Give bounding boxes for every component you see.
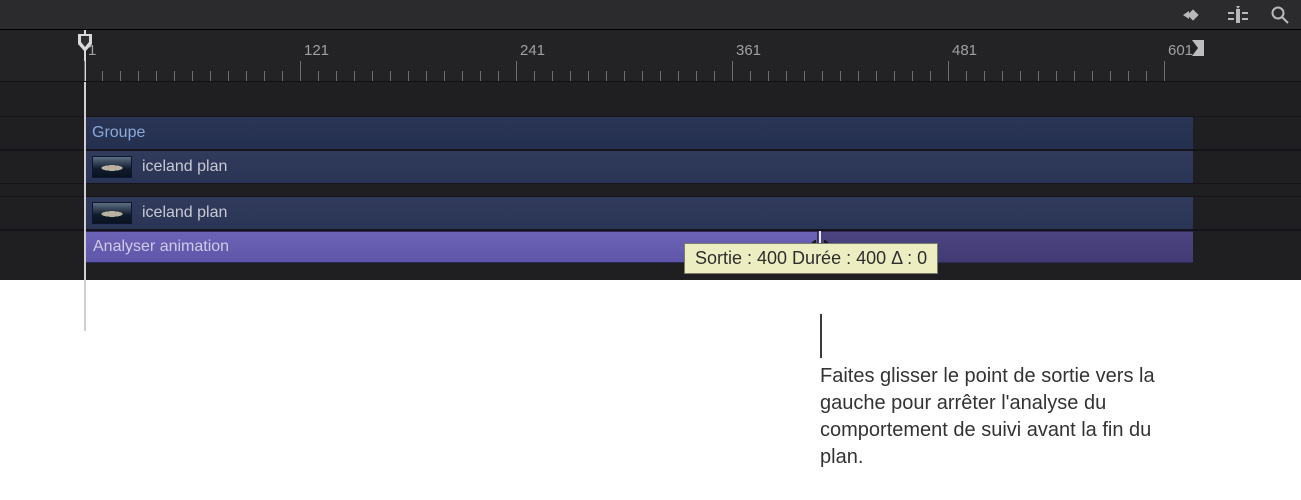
ruler-tick-minor (876, 71, 877, 81)
ruler-tick-minor (552, 71, 553, 81)
timeline-panel: 1 121 241 361 481 601 Groupe iceland plan ice… (0, 0, 1301, 280)
group-track[interactable]: Groupe (0, 116, 1301, 150)
playhead-line (84, 82, 86, 331)
clip-bar-2[interactable]: iceland plan (84, 197, 1193, 229)
ruler-tick-minor (750, 71, 751, 81)
ruler-tick-minor (480, 71, 481, 81)
ruler-tick-minor (606, 71, 607, 81)
ruler-tick-major (300, 61, 301, 81)
clip-label: iceland plan (142, 204, 227, 222)
ruler-label: 361 (736, 42, 761, 59)
ruler-tick-major (1164, 61, 1165, 81)
keyframe-nav-icon[interactable] (1177, 7, 1205, 23)
ruler-tick-minor (804, 71, 805, 81)
ruler-tick-minor (534, 71, 535, 81)
ruler-tick-minor (156, 71, 157, 81)
ruler-tick-minor (426, 71, 427, 81)
ruler-tick-minor (912, 71, 913, 81)
ruler-tick-minor (1146, 71, 1147, 81)
ruler-label: 601 (1168, 42, 1193, 59)
ruler-label: 121 (304, 42, 329, 59)
spacer (0, 82, 1301, 116)
zoom-search-icon[interactable] (1271, 6, 1289, 24)
ruler-tick-minor (570, 71, 571, 81)
ruler-tick-minor (408, 71, 409, 81)
ruler-tick-minor (498, 71, 499, 81)
ruler-tick-minor (1002, 71, 1003, 81)
ruler-tick-minor (264, 71, 265, 81)
ruler-tick-minor (822, 71, 823, 81)
ruler-tick-minor (102, 71, 103, 81)
behavior-label: Analyser animation (93, 238, 229, 256)
clip-label: iceland plan (142, 158, 227, 176)
ruler-tick-minor (768, 71, 769, 81)
trim-tooltip: Sortie : 400 Durée : 400 Δ : 0 (684, 243, 938, 274)
ruler-tick-major (516, 61, 517, 81)
ruler-tick-minor (354, 71, 355, 81)
ruler-tick-minor (120, 71, 121, 81)
ruler-tick-minor (1038, 71, 1039, 81)
behavior-track: Analyser animation (0, 230, 1301, 264)
gap (0, 184, 1301, 196)
ruler-tick-minor (1074, 71, 1075, 81)
ruler-tick-minor (138, 71, 139, 81)
ruler-tick-minor (1020, 71, 1021, 81)
ruler-tick-minor (1128, 71, 1129, 81)
ruler-tick-minor (660, 71, 661, 81)
ruler-tick-major (732, 61, 733, 81)
ruler-tick-minor (318, 71, 319, 81)
ruler-tick-minor (714, 71, 715, 81)
ruler-tick-minor (282, 71, 283, 81)
ruler-tick-minor (840, 71, 841, 81)
clip-track-2[interactable]: iceland plan (0, 196, 1301, 230)
ruler-tick-minor (1056, 71, 1057, 81)
ruler-tick-minor (390, 71, 391, 81)
ruler-tick-minor (930, 71, 931, 81)
ruler-tick-minor (858, 71, 859, 81)
clip-bar-1[interactable]: iceland plan (84, 151, 1193, 183)
ruler-tick-minor (1110, 71, 1111, 81)
ruler-tick-minor (1092, 71, 1093, 81)
group-bar[interactable]: Groupe (84, 117, 1193, 149)
ruler-tick-minor (192, 71, 193, 81)
clip-thumbnail-icon (92, 202, 132, 224)
tracks-area: Groupe iceland plan iceland plan Analyse… (0, 82, 1301, 280)
ruler-label: 1 (88, 42, 96, 59)
group-label: Groupe (92, 124, 145, 142)
ruler-tick-minor (174, 71, 175, 81)
ruler-tick-minor (624, 71, 625, 81)
ruler-tick-minor (246, 71, 247, 81)
ruler-tick-minor (642, 71, 643, 81)
ruler-tick-minor (228, 71, 229, 81)
timeline-ruler[interactable]: 1 121 241 361 481 601 (0, 30, 1301, 82)
ruler-tick-minor (210, 71, 211, 81)
ruler-tick-minor (696, 71, 697, 81)
ruler-tick-minor (462, 71, 463, 81)
ruler-tick-minor (588, 71, 589, 81)
ruler-tick-minor (444, 71, 445, 81)
ruler-tick-minor (336, 71, 337, 81)
ruler-label: 241 (520, 42, 545, 59)
callout-leader (820, 314, 822, 358)
snap-icon[interactable] (1227, 6, 1249, 24)
ruler-tick-minor (786, 71, 787, 81)
ruler-tick-major (84, 61, 85, 81)
ruler-tick-minor (894, 71, 895, 81)
ruler-tick-minor (372, 71, 373, 81)
callout-text: Faites glisser le point de sortie vers l… (820, 363, 1180, 471)
ruler-tick-major (948, 61, 949, 81)
ruler-tick-minor (966, 71, 967, 81)
tooltip-text: Sortie : 400 Durée : 400 Δ : 0 (695, 248, 927, 268)
clip-track-1[interactable]: iceland plan (0, 150, 1301, 184)
ruler-tick-minor (984, 71, 985, 81)
timeline-toolbar (0, 0, 1301, 30)
ruler-tick-minor (678, 71, 679, 81)
ruler-label: 481 (952, 42, 977, 59)
clip-thumbnail-icon (92, 156, 132, 178)
